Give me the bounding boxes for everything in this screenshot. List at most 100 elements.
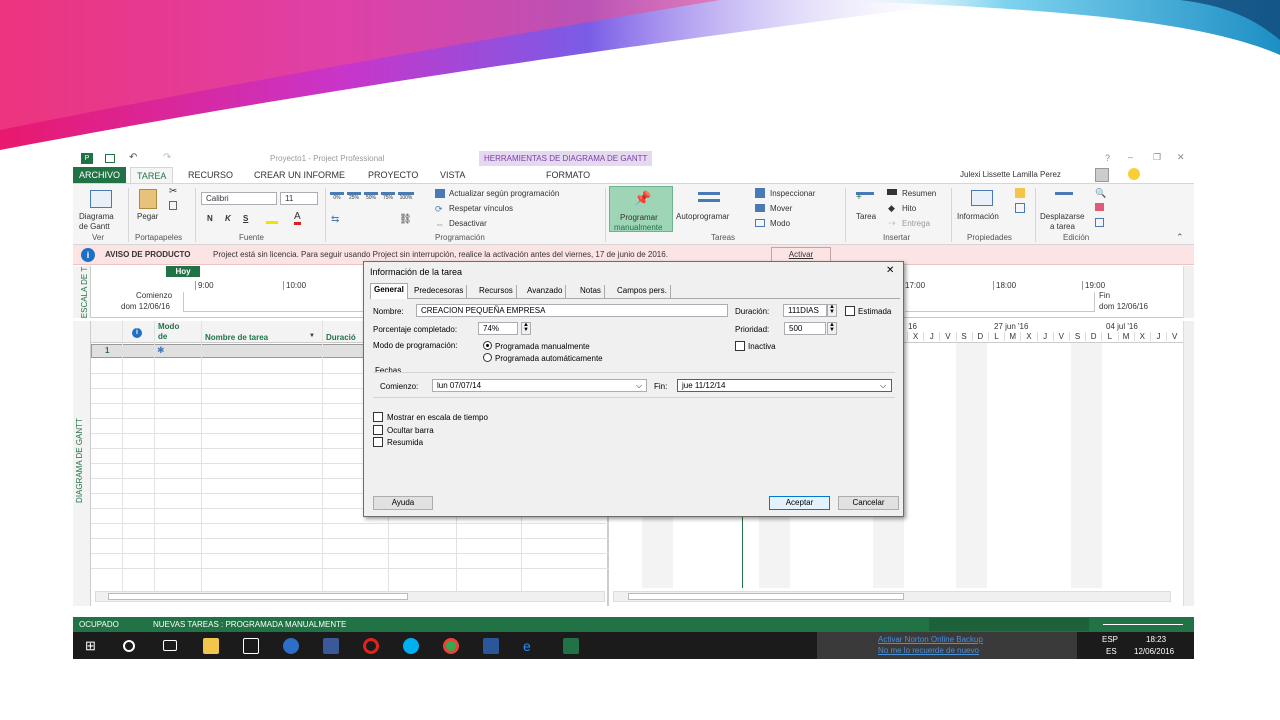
collapse-ribbon-icon[interactable]: ⌃ <box>1176 232 1184 243</box>
percent-stepper[interactable]: ▲ ▼ <box>521 322 531 335</box>
font-color-icon[interactable]: A <box>294 212 301 225</box>
facebook-icon[interactable] <box>323 638 339 654</box>
col-duration-header[interactable]: Duració <box>326 333 356 342</box>
manual-schedule-button[interactable]: 📌 Programar manualmente <box>609 186 673 232</box>
hide-bar-checkbox[interactable] <box>373 425 383 435</box>
word-icon[interactable] <box>483 638 499 654</box>
manual-mode-radio[interactable] <box>483 341 492 350</box>
activate-button[interactable]: Activar <box>771 247 831 262</box>
fill-icon[interactable] <box>1095 218 1104 227</box>
information-button[interactable]: Información <box>957 212 999 221</box>
minimize-icon[interactable]: – <box>1128 152 1133 162</box>
tab-recurso[interactable]: RECURSO <box>182 167 239 183</box>
find-icon[interactable]: 🔍 <box>1095 188 1106 199</box>
cut-icon[interactable]: ✂ <box>169 186 177 197</box>
project-taskbar-icon[interactable] <box>563 638 579 654</box>
col-mode-header[interactable]: Modo de <box>158 322 188 342</box>
estimated-checkbox[interactable] <box>845 306 855 316</box>
respect-links-button[interactable]: Respetar vínculos <box>449 204 513 213</box>
opera-icon[interactable] <box>363 638 379 654</box>
tab-tarea[interactable]: TAREA <box>130 167 174 183</box>
clock-date[interactable]: 12/06/2016 <box>1134 647 1174 656</box>
inactive-checkbox[interactable] <box>735 341 745 351</box>
avatar[interactable] <box>1095 168 1109 182</box>
help-icon[interactable]: ? <box>1105 153 1110 163</box>
skype-icon[interactable] <box>403 638 419 654</box>
app-icon[interactable] <box>283 638 299 654</box>
show-timeline-checkbox[interactable] <box>373 412 383 422</box>
smiley-icon[interactable] <box>1128 168 1140 180</box>
file-explorer-icon[interactable] <box>203 638 219 654</box>
col-name-header[interactable]: Nombre de tarea <box>205 333 268 342</box>
notes-icon[interactable] <box>1015 188 1025 198</box>
sheet-hscrollbar[interactable] <box>95 591 605 602</box>
copy-icon[interactable] <box>169 201 177 210</box>
deactivate-button[interactable]: Desactivar <box>449 219 487 228</box>
start-date-field[interactable]: lun 07/07/14 <box>432 379 647 392</box>
chevron-down-icon[interactable]: ⌵ <box>880 381 886 391</box>
redo-icon[interactable]: ↷ <box>163 152 171 163</box>
tab-recursos[interactable]: Recursos <box>476 285 517 298</box>
highlight-icon[interactable] <box>266 214 278 224</box>
timeline-scrollbar[interactable] <box>1183 266 1194 318</box>
cancel-button[interactable]: Cancelar <box>838 496 899 510</box>
font-size-select[interactable]: 11 <box>280 192 318 205</box>
edge-icon[interactable]: e <box>523 638 539 654</box>
insert-task-button[interactable]: Tarea <box>856 212 876 221</box>
user-name[interactable]: Julexi Lissette Lamilla Perez <box>960 170 1061 179</box>
update-schedule-button[interactable]: Actualizar según programación <box>449 189 559 198</box>
end-date-field[interactable]: jue 11/12/14 <box>677 379 892 392</box>
windows-start-icon[interactable]: ⊞ <box>85 638 101 654</box>
scroll-to-task-button[interactable]: Desplazarse <box>1040 212 1084 221</box>
view-shortcuts[interactable] <box>929 618 1089 631</box>
tab-proyecto[interactable]: PROYECTO <box>362 167 424 183</box>
underline-button[interactable]: S <box>243 214 248 223</box>
details-icon[interactable] <box>1015 203 1025 213</box>
chrome-icon[interactable] <box>443 638 459 654</box>
priority-field[interactable]: 500 <box>784 322 826 335</box>
tab-formato[interactable]: FORMATO <box>540 167 596 183</box>
milestone-button[interactable]: Hito <box>902 204 916 213</box>
tab-vista[interactable]: VISTA <box>434 167 471 183</box>
notification-line2[interactable]: No me lo recuerde de nuevo <box>878 646 979 655</box>
gantt-view-button[interactable]: Diagrama <box>79 212 114 221</box>
clear-icon[interactable] <box>1095 203 1104 211</box>
gantt-vscrollbar[interactable] <box>1183 321 1194 606</box>
tab-predecesoras[interactable]: Predecesoras <box>411 285 468 298</box>
close-icon[interactable]: ✕ <box>1177 152 1185 163</box>
paste-button[interactable]: Pegar <box>137 212 158 221</box>
chevron-down-icon[interactable]: ▼ <box>309 333 315 339</box>
tab-notas[interactable]: Notas <box>577 285 605 298</box>
pct-0-icon[interactable]: 0% <box>330 192 344 202</box>
italic-button[interactable]: K <box>225 214 231 223</box>
move-button[interactable]: Mover <box>770 204 792 213</box>
duration-stepper[interactable]: ▲ ▼ <box>827 304 837 317</box>
summary-button[interactable]: Resumen <box>902 189 936 198</box>
zoom-slider[interactable] <box>1103 624 1183 625</box>
notification-line1[interactable]: Activar Norton Online Backup <box>878 635 983 644</box>
bold-button[interactable]: N <box>207 214 213 223</box>
tab-campos-pers[interactable]: Campos pers. <box>614 285 671 298</box>
percent-complete-field[interactable]: 74% <box>478 322 518 335</box>
duration-field[interactable]: 111DIAS <box>783 304 827 317</box>
tab-avanzado[interactable]: Avanzado <box>524 285 567 298</box>
undo-icon[interactable]: ↶ <box>129 152 137 163</box>
status-new-tasks[interactable]: NUEVAS TAREAS : PROGRAMADA MANUALMENTE <box>153 620 346 629</box>
link-icon[interactable]: ⛓ <box>399 214 412 225</box>
close-icon[interactable]: ✕ <box>886 265 894 276</box>
language-code[interactable]: ESP <box>1102 635 1118 644</box>
clock-time[interactable]: 18:23 <box>1146 635 1166 644</box>
font-name-select[interactable]: Calibri <box>201 192 277 205</box>
tab-general[interactable]: General <box>370 283 408 299</box>
gantt-hscrollbar[interactable] <box>613 591 1171 602</box>
pct-100-icon[interactable]: 100% <box>398 192 414 202</box>
scroll-thumb[interactable] <box>108 593 408 600</box>
summary-checkbox[interactable] <box>373 437 383 447</box>
chevron-down-icon[interactable]: ⌵ <box>636 381 642 391</box>
auto-mode-radio[interactable] <box>483 353 492 362</box>
restore-icon[interactable]: ❐ <box>1153 152 1161 163</box>
tab-archivo[interactable]: ARCHIVO <box>73 167 127 183</box>
search-icon[interactable] <box>123 640 135 652</box>
pct-25-icon[interactable]: 25% <box>347 192 361 202</box>
name-field[interactable]: CREACION PEQUEÑA EMPRESA <box>416 304 728 317</box>
